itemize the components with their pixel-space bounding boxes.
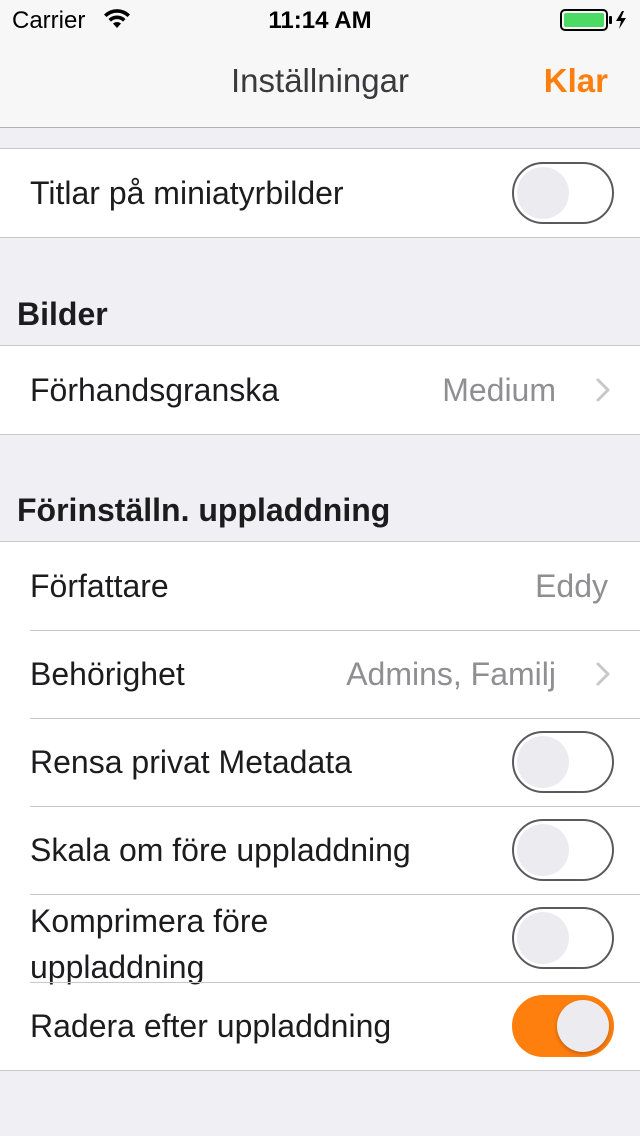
thumbnail-group: Titlar på miniatyrbilder [0,148,640,238]
resize-toggle[interactable] [512,819,614,881]
row-label: Skala om före uppladdning [30,832,411,868]
list-item-resize[interactable]: Skala om före uppladdning [0,806,640,894]
status-bar: Carrier 11:14 AM [0,0,640,40]
list-item-author[interactable]: Författare Eddy [0,542,640,630]
scroll-spacer [0,128,640,148]
toggle-knob [517,167,569,219]
row-label: Komprimera före uppladdning [30,903,269,985]
list-item-thumbnail-titles[interactable]: Titlar på miniatyrbilder [0,149,640,237]
row-value: Eddy [535,568,608,604]
settings-list[interactable]: Titlar på miniatyrbilder Bilder Förhands… [0,128,640,1136]
list-item-preview[interactable]: Förhandsgranska Medium [0,346,640,434]
battery-icon [560,9,626,31]
row-label: Titlar på miniatyrbilder [30,175,344,211]
toggle-knob [517,824,569,876]
row-label: Radera efter uppladdning [30,1008,392,1044]
strip-metadata-toggle[interactable] [512,731,614,793]
toggle-knob [517,736,569,788]
row-value: Admins, Familj [346,656,556,692]
chevron-right-icon [596,662,610,686]
compress-toggle[interactable] [512,907,614,969]
thumbnail-titles-toggle[interactable] [512,162,614,224]
toggle-knob [517,912,569,964]
row-label: Behörighet [30,656,185,692]
toggle-knob [557,1000,609,1052]
status-time: 11:14 AM [268,7,372,34]
list-item-strip-metadata[interactable]: Rensa privat Metadata [0,718,640,806]
row-label: Rensa privat Metadata [30,744,352,780]
section-header-bilder: Bilder [17,296,108,332]
section-header-upload: Förinställn. uppladdning [17,492,391,528]
row-value: Medium [442,372,556,408]
list-item-compress[interactable]: Komprimera före uppladdning [0,894,640,985]
chevron-right-icon [596,378,610,402]
upload-group: Författare Eddy Behörighet Admins, Famil… [0,541,640,1071]
list-item-permissions[interactable]: Behörighet Admins, Familj [0,630,640,718]
row-label: Författare [30,568,169,604]
navigation-bar: Inställningar Klar [0,40,640,128]
bilder-group: Förhandsgranska Medium [0,345,640,435]
delete-after-upload-toggle[interactable] [512,995,614,1057]
row-label: Förhandsgranska [30,372,280,408]
done-button[interactable]: Klar [544,62,608,100]
list-item-delete-after-upload[interactable]: Radera efter uppladdning [0,982,640,1070]
